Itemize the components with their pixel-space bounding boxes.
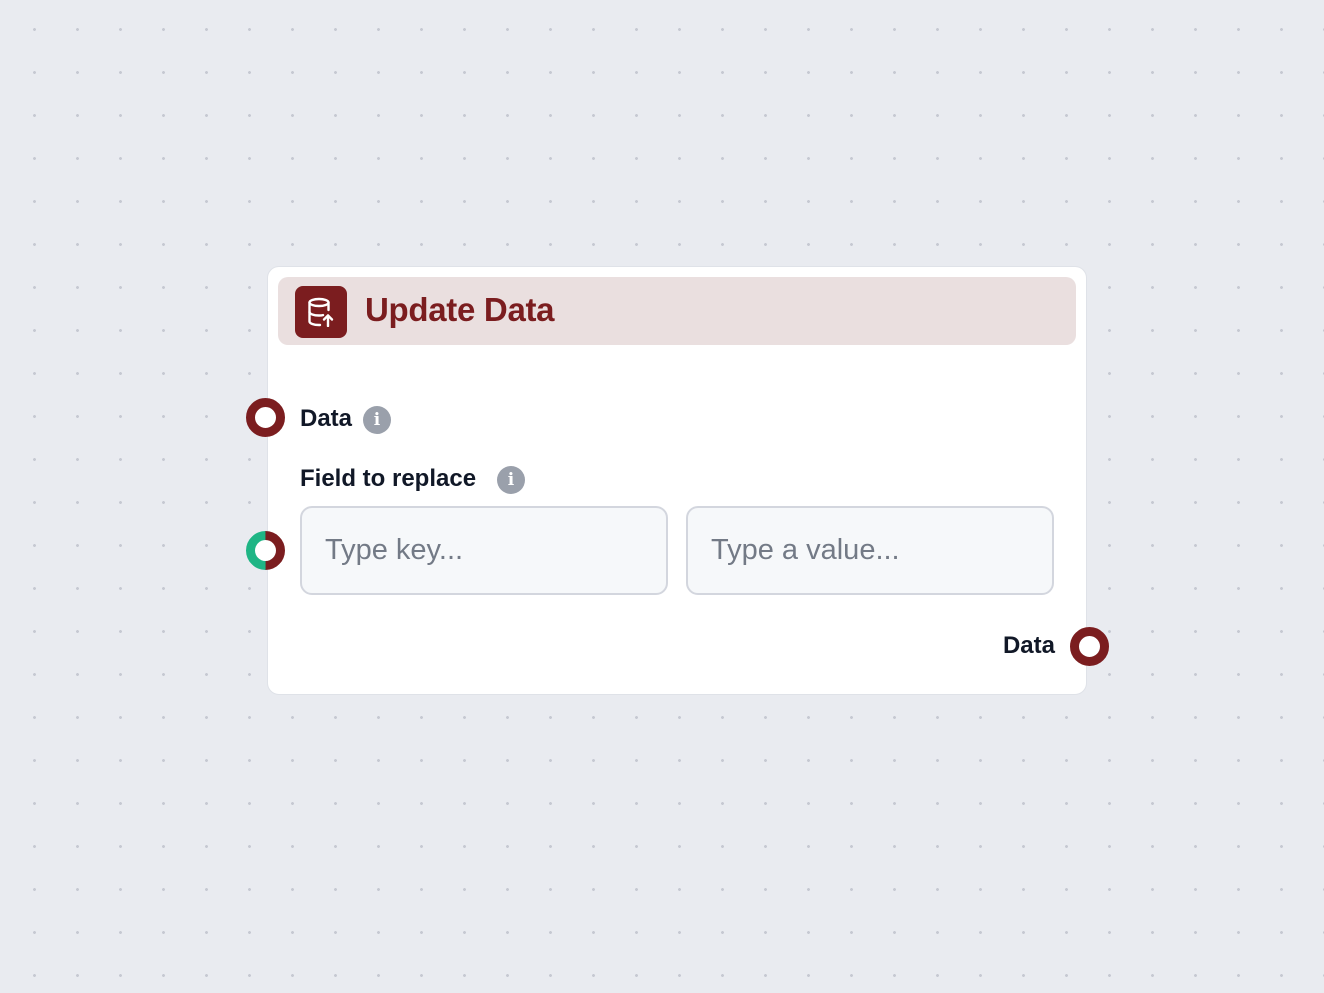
node-title: Update Data xyxy=(365,291,555,328)
input-data-handle[interactable] xyxy=(246,398,285,437)
output-data-label: Data xyxy=(1002,632,1055,659)
field-to-replace-label: Field to replace xyxy=(300,465,477,492)
key-input[interactable] xyxy=(300,506,668,595)
info-icon[interactable]: i xyxy=(497,466,525,494)
flow-canvas[interactable]: Update Data Data i Field to replace i Da… xyxy=(0,0,1324,993)
update-data-node[interactable]: Update Data Data i Field to replace i Da… xyxy=(267,266,1087,695)
database-upload-icon xyxy=(295,286,347,338)
info-icon[interactable]: i xyxy=(363,406,391,434)
input-data-label: Data xyxy=(300,405,353,432)
value-input[interactable] xyxy=(686,506,1054,595)
node-header[interactable]: Update Data xyxy=(278,277,1076,345)
output-data-handle[interactable] xyxy=(1070,627,1109,666)
